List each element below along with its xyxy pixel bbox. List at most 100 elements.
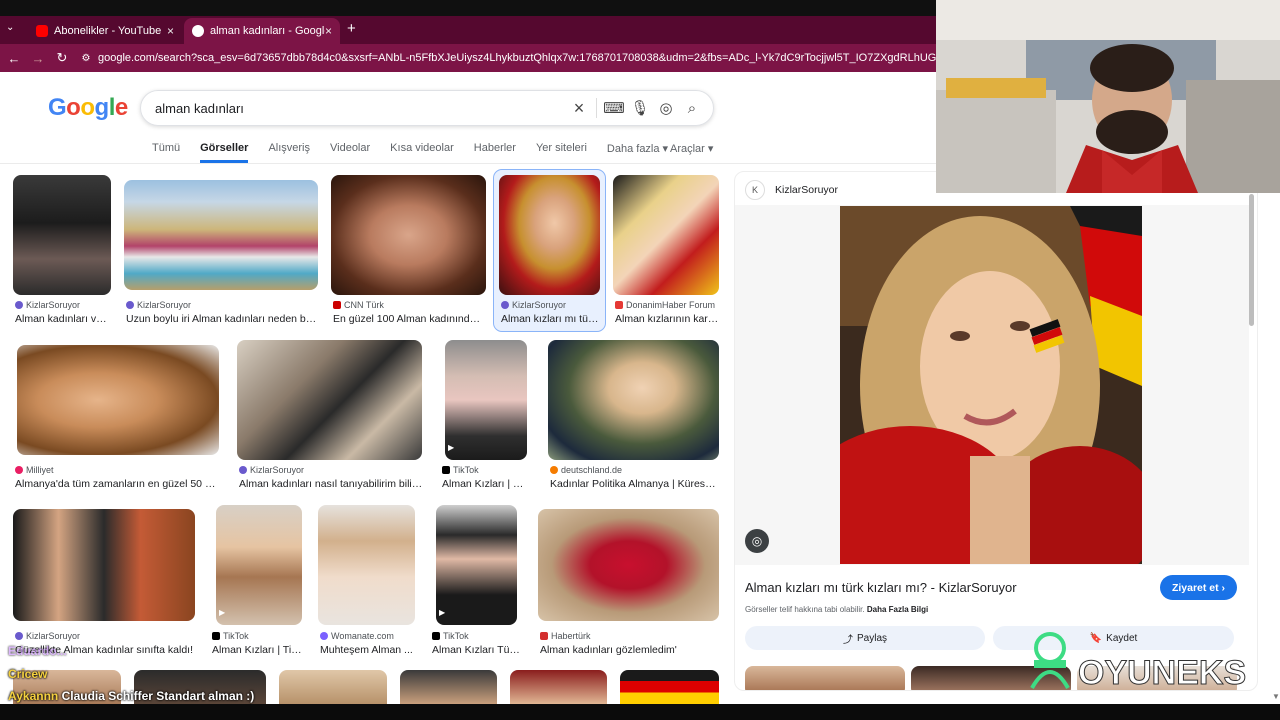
result-title[interactable]: Alman kızları mı tür... [501,313,599,325]
result-thumbnail[interactable] [279,670,387,704]
lens-icon[interactable]: ◎ [653,95,679,121]
close-icon[interactable]: × [325,24,332,38]
result-card[interactable]: Milliyet Almanya'da tüm zamanların en gü… [13,340,219,495]
tab-all[interactable]: Tümü [152,142,180,163]
result-source: KizlarSoruyor [15,300,80,310]
result-title[interactable]: Alman Kızları Türk ... [432,644,522,656]
search-box[interactable]: alman kadınları × ⌨ 🎙 ◎ ⌕ [140,90,714,126]
result-title[interactable]: En güzel 100 Alman kadınından ... [333,313,485,325]
result-thumbnail[interactable] [318,505,415,625]
visit-button[interactable]: Ziyaret et › [1160,575,1237,600]
search-input[interactable]: alman kadınları [155,101,566,116]
haberturk-icon [540,632,548,640]
reload-icon[interactable]: ↻ [50,50,74,66]
forward-icon[interactable]: → [26,51,50,66]
result-card[interactable]: KizlarSoruyor Uzun boylu iri Alman kadın… [124,175,320,327]
clear-icon[interactable]: × [566,95,592,121]
tab-short-videos[interactable]: Kısa videolar [390,142,454,163]
svg-text:OYUNEKS: OYUNEKS [1078,654,1246,692]
result-thumbnail[interactable]: ▶ [216,505,302,625]
webcam-image [936,0,1280,193]
google-logo[interactable]: Google [48,94,128,122]
result-thumbnail[interactable]: ▶ [436,505,517,625]
search-icon[interactable]: ⌕ [679,95,705,121]
result-title[interactable]: Kadınlar Politika Almanya | Küresel ... [550,478,720,490]
result-thumbnail[interactable] [620,670,719,704]
tab-youtube[interactable]: Abonelikler - YouTube × [28,18,182,44]
result-title[interactable]: Alman Kızları | Tik... [442,478,528,490]
result-card[interactable]: KizlarSoruyor Güzellikte Alman kadınlar … [13,505,195,656]
search-tabs: Tümü Görseller Alışveriş Videolar Kısa v… [152,142,668,163]
result-thumbnail[interactable] [13,509,195,621]
new-tab-button[interactable]: + [347,20,356,37]
result-source: Milliyet [15,465,54,475]
result-thumbnail[interactable] [499,175,600,295]
result-thumbnail[interactable]: ▶ [445,340,527,460]
share-button[interactable]: ⤴ Paylaş [745,626,985,650]
scroll-down-icon[interactable]: ▼ [1272,692,1280,701]
result-thumbnail[interactable] [124,180,318,290]
kizlarsoruyor-icon [126,301,134,309]
result-title[interactable]: Alman Kızları | TikT... [212,644,304,656]
back-icon[interactable]: ← [2,51,26,66]
site-info-icon[interactable]: ⚙ [74,53,98,64]
result-thumbnail[interactable] [548,340,719,460]
tab-shopping[interactable]: Alışveriş [268,142,310,163]
deutschland-icon [550,466,558,474]
result-card[interactable]: KizlarSoruyor Alman kadınları nasıl tanı… [237,340,423,495]
result-title[interactable]: Alman kızlarının kara... [615,313,719,325]
panel-site-name: KizlarSoruyor [775,184,839,196]
result-thumbnail[interactable] [538,509,719,621]
kizlarsoruyor-icon: K [745,180,765,200]
panel-scrollbar[interactable] [1249,194,1254,326]
tab-videos[interactable]: Videolar [330,142,370,163]
lens-search-icon[interactable]: ◎ [745,529,769,553]
result-card[interactable]: CNN Türk En güzel 100 Alman kadınından .… [331,175,486,327]
result-thumbnail[interactable] [13,175,111,295]
panel-source[interactable]: K KizlarSoruyor [745,180,838,200]
tab-google[interactable]: alman kadınları - Google'da Ara × [184,18,340,44]
result-card[interactable]: ▶ TikTok Alman Kızları | TikT... [210,505,304,656]
result-thumbnail[interactable] [510,670,607,704]
panel-title[interactable]: Alman kızları mı türk kızları mı? - Kizl… [745,580,1017,595]
result-title[interactable]: Muhteşem Alman ... [320,644,416,656]
result-thumbnail[interactable] [237,340,422,460]
result-card[interactable]: ▶ TikTok Alman Kızları | Tik... [440,340,528,495]
result-thumbnail[interactable] [613,175,719,295]
keyboard-icon[interactable]: ⌨ [601,95,627,121]
url-text[interactable]: google.com/search?sca_esv=6d73657dbb78d4… [98,52,948,64]
tab-more[interactable]: Daha fazla ▾ [607,142,668,163]
result-title[interactable]: Alman kadınları nasıl tanıyabilirim bili… [239,478,423,490]
related-thumbnail[interactable] [745,666,905,690]
microphone-icon[interactable]: 🎙 [627,95,653,121]
learn-more-link[interactable]: Daha Fazla Bilgi [867,605,928,614]
result-source: CNN Türk [333,300,384,310]
result-card[interactable]: ▶ TikTok Alman Kızları Türk ... [430,505,522,656]
womanate-icon [320,632,328,640]
result-card[interactable]: Habertürk Alman kadınları gözlemledim' [538,505,720,656]
result-title[interactable]: Alman kadınları gözlemledim' [540,644,720,656]
result-source: TikTok [442,465,479,475]
result-thumbnail[interactable] [17,345,219,455]
result-card-selected[interactable]: KizlarSoruyor Alman kızları mı tür... [493,169,606,332]
tab-label: Abonelikler - YouTube [54,25,162,37]
result-thumbnail[interactable] [400,670,497,704]
tab-images[interactable]: Görseller [200,142,249,163]
result-card[interactable]: DonanimHaber Forum Alman kızlarının kara… [613,175,719,327]
tab-search-chevron-icon[interactable]: ⌄ [6,22,14,33]
result-card[interactable]: KizlarSoruyor Alman kadınları ve ... [13,175,111,327]
result-title[interactable]: Almanya'da tüm zamanların en güzel 50 ka… [15,478,219,490]
preview-image[interactable] [840,206,1142,564]
tab-local[interactable]: Yer siteleri [536,142,587,163]
result-title[interactable]: Alman kadınları ve ... [15,313,111,325]
result-card[interactable]: Womanate.com Muhteşem Alman ... [318,505,416,656]
header-divider [0,163,936,164]
result-thumbnail[interactable] [331,175,486,295]
result-source: KizlarSoruyor [15,631,80,641]
close-icon[interactable]: × [167,24,174,38]
result-card[interactable]: deutschland.de Kadınlar Politika Almanya… [548,340,720,495]
result-title[interactable]: Uzun boylu iri Alman kadınları neden bu … [126,313,320,325]
tab-news[interactable]: Haberler [474,142,516,163]
result-source: KizlarSoruyor [239,465,304,475]
tools-button[interactable]: Araçlar ▾ [670,142,713,155]
